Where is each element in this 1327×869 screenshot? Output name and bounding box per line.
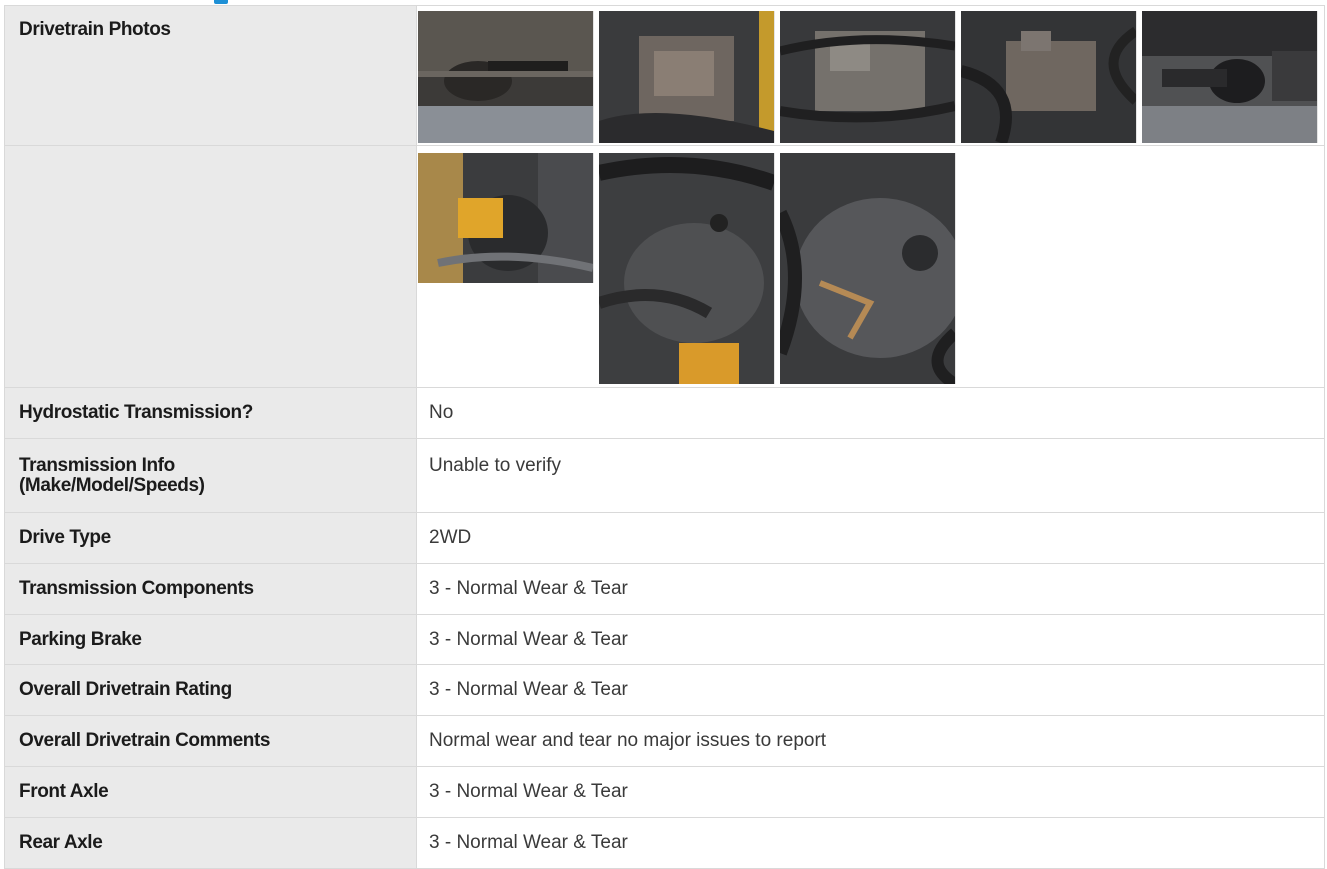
row-label: Drive Type bbox=[4, 512, 417, 564]
drivetrain-photo-3[interactable] bbox=[780, 11, 956, 143]
row-value: 3 - Normal Wear & Tear bbox=[416, 614, 1325, 665]
drivetrain-photo-4[interactable] bbox=[961, 11, 1137, 143]
photos-label-empty bbox=[4, 145, 417, 388]
drivetrain-photo-2[interactable] bbox=[599, 11, 775, 143]
row-value: 3 - Normal Wear & Tear bbox=[416, 766, 1325, 818]
drivetrain-photo-6[interactable] bbox=[418, 152, 594, 283]
table-row: Rear Axle 3 - Normal Wear & Tear bbox=[4, 817, 1325, 869]
table-row: Transmission Components 3 - Normal Wear … bbox=[4, 563, 1325, 615]
row-label: Rear Axle bbox=[4, 817, 417, 869]
row-value: 3 - Normal Wear & Tear bbox=[416, 664, 1325, 716]
drivetrain-photo-8[interactable] bbox=[780, 152, 956, 384]
drivetrain-photo-1[interactable] bbox=[418, 11, 594, 143]
photos-row-2 bbox=[4, 145, 1325, 388]
row-value: 2WD bbox=[416, 512, 1325, 564]
photos-row-1: Drivetrain Photos bbox=[4, 5, 1325, 146]
row-value: No bbox=[416, 387, 1325, 439]
section-header-accent bbox=[214, 0, 228, 4]
drivetrain-photo-5[interactable] bbox=[1142, 11, 1318, 143]
row-value: Normal wear and tear no major issues to … bbox=[416, 715, 1325, 767]
row-label: Transmission Components bbox=[4, 563, 417, 615]
table-row: Front Axle 3 - Normal Wear & Tear bbox=[4, 766, 1325, 818]
table-row: Transmission Info (Make/Model/Speeds) Un… bbox=[4, 438, 1325, 513]
row-value: Unable to verify bbox=[416, 438, 1325, 513]
table-row: Hydrostatic Transmission? No bbox=[4, 387, 1325, 439]
table-row: Overall Drivetrain Rating 3 - Normal Wea… bbox=[4, 664, 1325, 716]
table-row: Parking Brake 3 - Normal Wear & Tear bbox=[4, 614, 1325, 665]
drivetrain-photos-label: Drivetrain Photos bbox=[4, 5, 417, 146]
photo-cell-row2 bbox=[416, 145, 1325, 388]
drivetrain-table: Drivetrain Photos Hydrostatic Transmissi… bbox=[4, 5, 1325, 869]
drivetrain-photo-7[interactable] bbox=[599, 152, 775, 384]
row-label: Transmission Info (Make/Model/Speeds) bbox=[4, 438, 417, 513]
row-label: Parking Brake bbox=[4, 614, 417, 665]
row-value: 3 - Normal Wear & Tear bbox=[416, 563, 1325, 615]
row-label: Hydrostatic Transmission? bbox=[4, 387, 417, 439]
photo-cell-row1 bbox=[416, 5, 1325, 146]
row-label: Front Axle bbox=[4, 766, 417, 818]
row-value: 3 - Normal Wear & Tear bbox=[416, 817, 1325, 869]
row-label-line2: (Make/Model/Speeds) bbox=[19, 474, 205, 496]
row-label: Overall Drivetrain Comments bbox=[4, 715, 417, 767]
row-label: Overall Drivetrain Rating bbox=[4, 664, 417, 716]
row-label-line1: Transmission Info bbox=[19, 454, 175, 476]
table-row: Drive Type 2WD bbox=[4, 512, 1325, 564]
table-row: Overall Drivetrain Comments Normal wear … bbox=[4, 715, 1325, 767]
